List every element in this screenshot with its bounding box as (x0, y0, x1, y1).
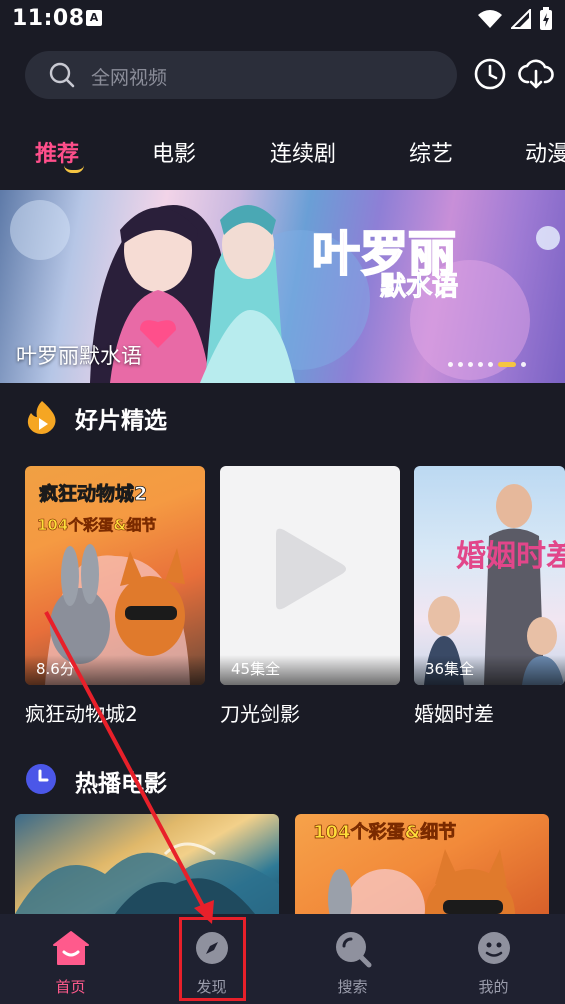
tab-anime[interactable]: 动漫 (525, 136, 565, 168)
nav-label: 我的 (478, 978, 509, 996)
badge-overlay: 8.6分 (25, 655, 205, 685)
carousel-dot (468, 362, 473, 367)
carousel-dot (488, 362, 493, 367)
poster-thumbnail: 婚姻时差 36集全 (414, 466, 565, 685)
nav-home[interactable]: 首页 (0, 914, 141, 1004)
flame-play-icon (27, 401, 56, 434)
featured-card[interactable]: 疯狂动物城2 104个彩蛋&细节 8.6分 疯狂动物城2 (25, 466, 205, 726)
movie-card[interactable]: 104个彩蛋&细节 (295, 814, 549, 914)
carousel-dot (521, 362, 526, 367)
tab-recommend[interactable]: 推荐 (35, 136, 79, 168)
episodes-badge: 45集全 (231, 660, 281, 678)
poster-subtitle: 104个彩蛋&细节 (37, 516, 156, 534)
search-input[interactable]: 全网视频 (25, 51, 457, 99)
notification-icon: A (86, 10, 102, 26)
tab-variety[interactable]: 综艺 (409, 136, 453, 168)
badge-overlay: 36集全 (414, 655, 565, 685)
carousel-dot-active (498, 362, 516, 367)
featured-card[interactable]: 婚姻时差 36集全 婚姻时差 (414, 466, 565, 726)
card-title: 刀光剑影 (220, 702, 300, 726)
search-placeholder: 全网视频 (91, 67, 168, 89)
status-time: 11:08 (12, 6, 85, 31)
carousel-indicator (448, 362, 526, 367)
featured-section-header: 好片精选 (25, 397, 325, 437)
play-placeholder-icon (276, 528, 346, 610)
nav-label: 搜索 (337, 978, 368, 996)
movie-card[interactable] (15, 814, 279, 914)
poster-title: 婚姻时差 (456, 539, 565, 574)
banner-carousel[interactable]: 叶罗丽 默水语 叶罗丽默水语 (0, 190, 565, 383)
tab-series[interactable]: 连续剧 (270, 136, 336, 168)
poster-thumbnail: 45集全 (220, 466, 400, 685)
status-bar: 11:08 A (0, 0, 565, 38)
banner-logo-sub: 默水语 (380, 272, 458, 302)
hot-section-title: 热播电影 (75, 771, 167, 797)
card-title: 婚姻时差 (414, 702, 494, 726)
episodes-badge: 36集全 (425, 660, 475, 678)
search-icon (335, 932, 371, 968)
carousel-dot (448, 362, 453, 367)
bottom-navigation: 首页 发现 搜索 我的 (0, 914, 565, 1004)
cloud-download-icon[interactable] (518, 57, 554, 91)
badge-overlay: 45集全 (220, 655, 400, 685)
poster-artwork (15, 842, 279, 914)
clock-icon (26, 764, 56, 794)
tab-movies[interactable]: 电影 (152, 136, 196, 168)
hot-section-header: 热播电影 (25, 760, 325, 800)
category-tabs: 推荐 电影 连续剧 综艺 动漫 (0, 128, 565, 178)
nav-profile[interactable]: 我的 (423, 914, 564, 1004)
poster-artwork: 疯狂动物城2 104个彩蛋&细节 (37, 482, 190, 685)
signal-icon (511, 9, 531, 29)
wifi-icon (478, 10, 502, 28)
poster-artwork: 婚姻时差 (424, 484, 565, 685)
poster-title: 疯狂动物城2 (39, 482, 147, 505)
poster-artwork: 104个彩蛋&细节 (313, 821, 515, 914)
card-title: 疯狂动物城2 (25, 702, 138, 726)
poster-subtitle: 104个彩蛋&细节 (313, 821, 456, 843)
rating-badge: 8.6分 (36, 660, 75, 678)
featured-section-title: 好片精选 (75, 408, 167, 434)
nav-search[interactable]: 搜索 (282, 914, 423, 1004)
featured-card[interactable]: 45集全 刀光剑影 (220, 466, 400, 726)
history-icon[interactable] (473, 57, 507, 91)
carousel-dot (478, 362, 483, 367)
nav-label: 首页 (55, 978, 86, 996)
banner-title: 叶罗丽默水语 (16, 344, 142, 368)
annotation-highlight-box (179, 917, 246, 1001)
battery-icon (540, 7, 552, 30)
search-icon (49, 62, 75, 88)
profile-icon (477, 932, 510, 964)
status-icons (477, 7, 553, 31)
poster-thumbnail: 疯狂动物城2 104个彩蛋&细节 8.6分 (25, 466, 205, 685)
carousel-dot (458, 362, 463, 367)
home-icon (52, 931, 89, 965)
